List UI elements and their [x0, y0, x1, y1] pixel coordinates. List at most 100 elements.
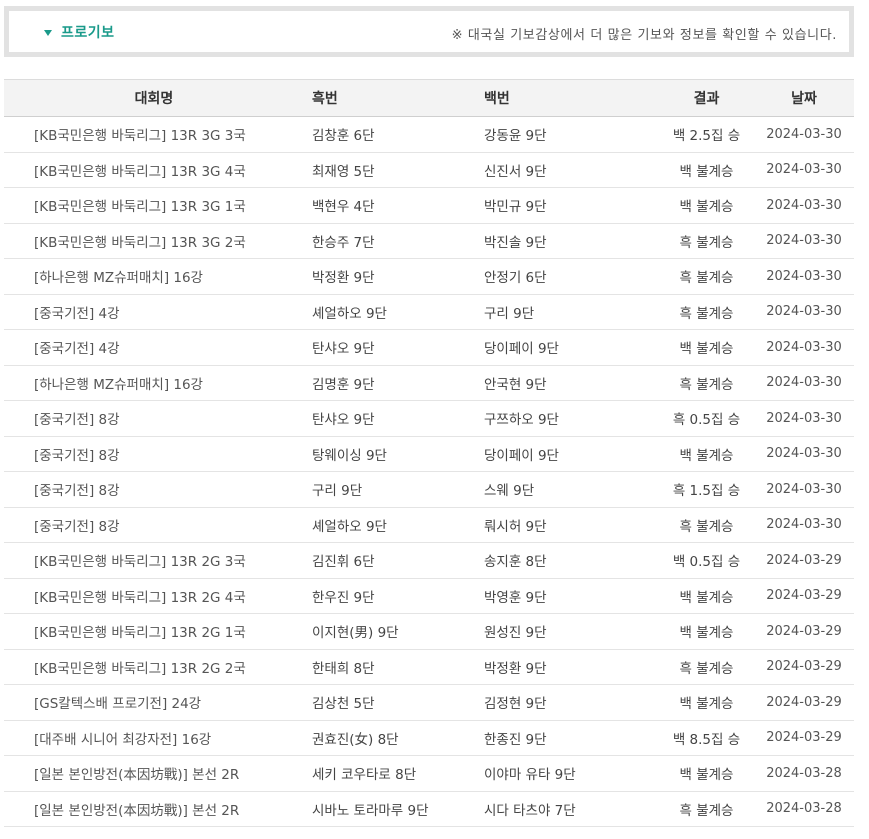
- table-row[interactable]: [중국기전] 8강 구리 9단 스웨 9단 흑 1.5집 승 2024-03-30: [4, 472, 854, 508]
- tournament-cell[interactable]: [일본 본인방전(本因坊戰)] 본선 2R: [4, 791, 304, 827]
- tournament-cell[interactable]: [GS칼텍스배 프로기전] 24강: [4, 685, 304, 721]
- white-player-cell: 안정기 6단: [484, 270, 547, 287]
- column-header-tournament[interactable]: 대회명: [4, 80, 304, 117]
- table-row[interactable]: [중국기전] 8강 탄샤오 9단 구쯔하오 9단 흑 0.5집 승 2024-03-30: [4, 401, 854, 437]
- result-cell: 백 불계승: [679, 767, 734, 784]
- black-player-cell: 권효진(女) 8단: [312, 731, 399, 748]
- table-row[interactable]: [KB국민은행 바둑리그] 13R 2G 3국 김진휘 6단 송지훈 8단 백 0.5…: [4, 543, 854, 579]
- pro-records-label: 프로기보: [61, 25, 115, 41]
- white-player-cell: 안국현 9단: [484, 376, 547, 393]
- column-header-date[interactable]: 날짜: [754, 80, 854, 117]
- column-header-black[interactable]: 흑번: [304, 80, 474, 117]
- black-player-cell: 김상천 5단: [312, 696, 375, 713]
- date-cell: 2024-03-30: [766, 339, 842, 355]
- black-player-cell: 탕웨이싱 9단: [312, 447, 387, 464]
- white-player-cell: 강동윤 9단: [484, 128, 547, 145]
- date-cell: 2024-03-29: [766, 623, 842, 639]
- black-player-cell: 김진휘 6단: [312, 554, 375, 571]
- records-table-wrapper: 대회명 흑번 백번 결과 날짜 [KB국민은행 바둑리그] 13R 3G 3국 김…: [4, 79, 854, 827]
- tournament-cell[interactable]: [중국기전] 8강: [4, 472, 304, 508]
- table-row[interactable]: [중국기전] 8강 셰얼하오 9단 뤄시허 9단 흑 불계승 2024-03-30: [4, 507, 854, 543]
- table-row[interactable]: [일본 본인방전(本因坊戰)] 본선 2R 세키 코우타로 8단 이야마 유타 9단…: [4, 756, 854, 792]
- tournament-cell[interactable]: [중국기전] 8강: [4, 401, 304, 437]
- table-row[interactable]: [KB국민은행 바둑리그] 13R 3G 1국 백현우 4단 박민규 9단 백 불계승…: [4, 188, 854, 224]
- table-row[interactable]: [KB국민은행 바둑리그] 13R 3G 3국 김창훈 6단 강동윤 9단 백 2.5…: [4, 117, 854, 153]
- tournament-cell[interactable]: [하나은행 MZ슈퍼매치] 16강: [4, 259, 304, 295]
- white-player-cell: 구쯔하오 9단: [484, 412, 559, 429]
- white-player-cell: 당이페이 9단: [484, 341, 559, 358]
- black-player-cell: 구리 9단: [312, 483, 363, 500]
- table-row[interactable]: [GS칼텍스배 프로기전] 24강 김상천 5단 김정현 9단 백 불계승 2024-0…: [4, 685, 854, 721]
- result-cell: 백 불계승: [679, 341, 734, 358]
- tournament-cell[interactable]: [중국기전] 8강: [4, 507, 304, 543]
- pro-records-toggle[interactable]: 프로기보: [44, 22, 115, 42]
- date-cell: 2024-03-30: [766, 517, 842, 533]
- black-player-cell: 셰얼하오 9단: [312, 305, 387, 322]
- result-cell: 백 불계승: [679, 163, 734, 180]
- table-row[interactable]: [KB국민은행 바둑리그] 13R 2G 4국 한우진 9단 박영훈 9단 백 불계승…: [4, 578, 854, 614]
- date-cell: 2024-03-30: [766, 446, 842, 462]
- white-player-cell: 한종진 9단: [484, 731, 547, 748]
- tournament-cell[interactable]: [중국기전] 4강: [4, 330, 304, 366]
- tournament-cell[interactable]: [중국기전] 4강: [4, 294, 304, 330]
- black-player-cell: 시바노 토라마루 9단: [312, 802, 429, 819]
- white-player-cell: 박영훈 9단: [484, 589, 547, 606]
- black-player-cell: 탄샤오 9단: [312, 341, 375, 358]
- table-row[interactable]: [KB국민은행 바둑리그] 13R 3G 4국 최재영 5단 신진서 9단 백 불계승…: [4, 152, 854, 188]
- black-player-cell: 탄샤오 9단: [312, 412, 375, 429]
- tournament-cell[interactable]: [KB국민은행 바둑리그] 13R 2G 3국: [4, 543, 304, 579]
- date-cell: 2024-03-30: [766, 268, 842, 284]
- tournament-cell[interactable]: [대주배 시니어 최강자전] 16강: [4, 720, 304, 756]
- tournament-cell[interactable]: [KB국민은행 바둑리그] 13R 2G 4국: [4, 578, 304, 614]
- black-player-cell: 박정환 9단: [312, 270, 375, 287]
- table-row[interactable]: [대주배 시니어 최강자전] 16강 권효진(女) 8단 한종진 9단 백 8.5집 …: [4, 720, 854, 756]
- result-cell: 흑 불계승: [679, 270, 734, 287]
- result-cell: 백 8.5집 승: [672, 731, 741, 748]
- result-cell: 흑 불계승: [679, 234, 734, 251]
- date-cell: 2024-03-29: [766, 730, 842, 746]
- result-cell: 흑 불계승: [679, 305, 734, 322]
- white-player-cell: 스웨 9단: [484, 483, 535, 500]
- tournament-cell[interactable]: [하나은행 MZ슈퍼매치] 16강: [4, 365, 304, 401]
- white-player-cell: 시다 타츠야 7단: [484, 802, 576, 819]
- table-row[interactable]: [KB국민은행 바둑리그] 13R 2G 2국 한태희 8단 박정환 9단 흑 불계승…: [4, 649, 854, 685]
- tournament-cell[interactable]: [일본 본인방전(本因坊戰)] 본선 2R: [4, 756, 304, 792]
- records-table: 대회명 흑번 백번 결과 날짜 [KB국민은행 바둑리그] 13R 3G 3국 김…: [4, 79, 854, 827]
- tournament-cell[interactable]: [KB국민은행 바둑리그] 13R 3G 4국: [4, 152, 304, 188]
- tournament-cell[interactable]: [KB국민은행 바둑리그] 13R 3G 2국: [4, 223, 304, 259]
- table-row[interactable]: [중국기전] 8강 탕웨이싱 9단 당이페이 9단 백 불계승 2024-03-30: [4, 436, 854, 472]
- column-header-result[interactable]: 결과: [639, 80, 754, 117]
- date-cell: 2024-03-30: [766, 197, 842, 213]
- black-player-cell: 세키 코우타로 8단: [312, 767, 417, 784]
- tournament-cell[interactable]: [중국기전] 8강: [4, 436, 304, 472]
- tournament-cell[interactable]: [KB국민은행 바둑리그] 13R 2G 2국: [4, 649, 304, 685]
- black-player-cell: 김명훈 9단: [312, 376, 375, 393]
- tournament-cell[interactable]: [KB국민은행 바둑리그] 13R 3G 1국: [4, 188, 304, 224]
- date-cell: 2024-03-30: [766, 126, 842, 142]
- date-cell: 2024-03-30: [766, 304, 842, 320]
- result-cell: 흑 불계승: [679, 376, 734, 393]
- table-row[interactable]: [KB국민은행 바둑리그] 13R 3G 2국 한승주 7단 박진솔 9단 흑 불계승…: [4, 223, 854, 259]
- table-row[interactable]: [중국기전] 4강 탄샤오 9단 당이페이 9단 백 불계승 2024-03-30: [4, 330, 854, 366]
- white-player-cell: 신진서 9단: [484, 163, 547, 180]
- column-header-white[interactable]: 백번: [474, 80, 639, 117]
- tournament-cell[interactable]: [KB국민은행 바둑리그] 13R 2G 1국: [4, 614, 304, 650]
- table-row[interactable]: [하나은행 MZ슈퍼매치] 16강 김명훈 9단 안국현 9단 흑 불계승 2024-0…: [4, 365, 854, 401]
- white-player-cell: 박진솔 9단: [484, 234, 547, 251]
- white-player-cell: 뤄시허 9단: [484, 518, 547, 535]
- table-row[interactable]: [KB국민은행 바둑리그] 13R 2G 1국 이지현(男) 9단 원성진 9단 백 …: [4, 614, 854, 650]
- pro-records-header: 프로기보 ※ 대국실 기보감상에서 더 많은 기보와 정보를 확인할 수 있습니…: [4, 6, 854, 57]
- result-cell: 흑 0.5집 승: [672, 412, 741, 429]
- date-cell: 2024-03-28: [766, 801, 842, 817]
- white-player-cell: 원성진 9단: [484, 625, 547, 642]
- white-player-cell: 당이페이 9단: [484, 447, 559, 464]
- date-cell: 2024-03-30: [766, 481, 842, 497]
- table-row[interactable]: [중국기전] 4강 셰얼하오 9단 구리 9단 흑 불계승 2024-03-30: [4, 294, 854, 330]
- triangle-down-icon: [44, 29, 52, 36]
- date-cell: 2024-03-29: [766, 588, 842, 604]
- white-player-cell: 이야마 유타 9단: [484, 767, 576, 784]
- tournament-cell[interactable]: [KB국민은행 바둑리그] 13R 3G 3국: [4, 117, 304, 153]
- table-row[interactable]: [일본 본인방전(本因坊戰)] 본선 2R 시바노 토라마루 9단 시다 타츠야 7…: [4, 791, 854, 827]
- table-row[interactable]: [하나은행 MZ슈퍼매치] 16강 박정환 9단 안정기 6단 흑 불계승 2024-0…: [4, 259, 854, 295]
- black-player-cell: 한우진 9단: [312, 589, 375, 606]
